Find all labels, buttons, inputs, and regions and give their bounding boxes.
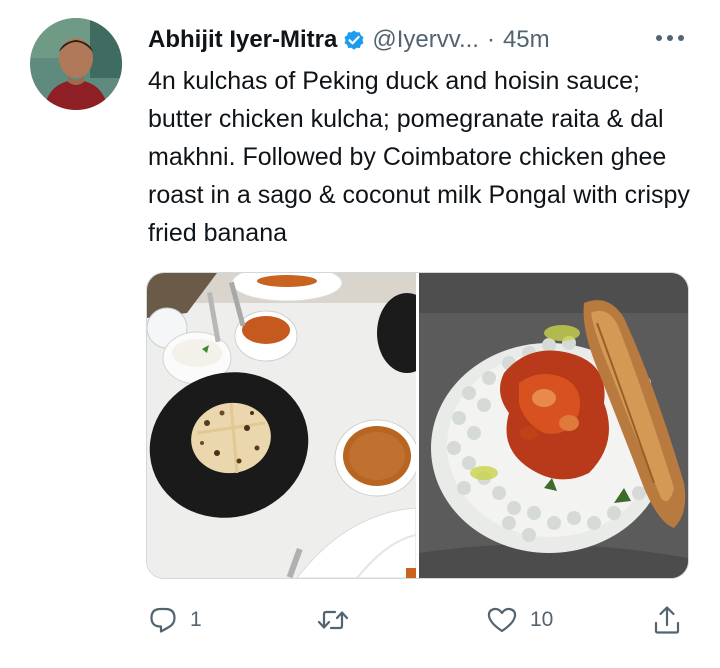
tweet-media: [146, 272, 689, 579]
author-handle[interactable]: @Iyervv...: [372, 26, 479, 54]
reply-button[interactable]: 1: [148, 600, 202, 640]
tweet-timestamp[interactable]: 45m: [503, 26, 550, 54]
author-name[interactable]: Abhijit Iyer-Mitra: [148, 26, 337, 54]
verified-badge-icon: [342, 28, 366, 52]
tweet[interactable]: Abhijit Iyer-Mitra @Iyervv... · 45m 4n k…: [0, 0, 720, 668]
photo-kulcha-plate[interactable]: [147, 273, 416, 578]
more-options-icon[interactable]: [652, 26, 688, 50]
photo-ghee-roast-pongal[interactable]: [419, 273, 688, 578]
like-count: 10: [530, 608, 554, 631]
reply-icon: [148, 605, 178, 635]
share-button[interactable]: [652, 600, 682, 640]
retweet-icon: [316, 605, 350, 635]
share-icon: [652, 604, 682, 636]
tweet-header: Abhijit Iyer-Mitra @Iyervv... · 45m: [148, 20, 693, 60]
tweet-actions: 1 10: [146, 600, 691, 640]
like-button[interactable]: 10: [486, 600, 553, 640]
tweet-text: 4n kulchas of Peking duck and hoisin sau…: [148, 67, 690, 247]
retweet-button[interactable]: [316, 600, 362, 640]
reply-count: 1: [190, 608, 202, 631]
author-avatar[interactable]: [30, 18, 122, 110]
like-icon: [486, 605, 518, 635]
separator-dot: ·: [486, 26, 495, 53]
